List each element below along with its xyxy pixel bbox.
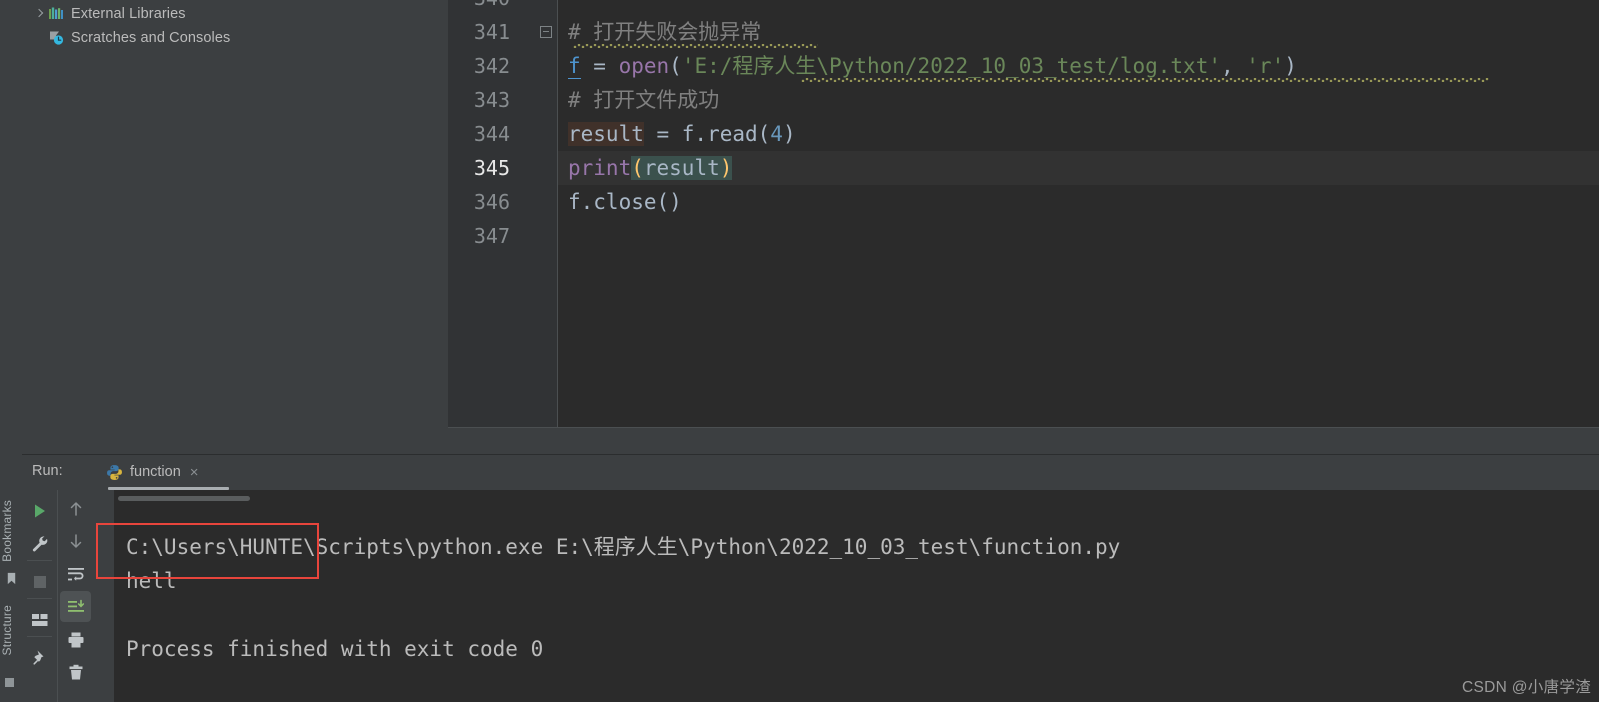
bookmarks-tool-button[interactable]: Bookmarks (0, 500, 22, 562)
chevron-right-icon[interactable] (32, 7, 46, 21)
line-number: 346 (473, 190, 510, 214)
scratches-icon (50, 31, 64, 45)
close-icon[interactable]: × (190, 465, 199, 480)
ide-window: Bookmarks Structure External Libraries S… (0, 0, 1599, 702)
libraries-icon (49, 7, 63, 19)
settings-button[interactable] (24, 528, 55, 559)
code-line-346[interactable]: f.close() (558, 185, 682, 219)
soft-wrap-icon (67, 567, 84, 581)
down-button[interactable] (60, 525, 91, 556)
code-token-string-mode: 'r' (1246, 54, 1285, 78)
tree-panel-bottom-filler (22, 427, 448, 453)
tree-item-external-libraries[interactable]: External Libraries (32, 3, 186, 25)
project-tree-panel: External Libraries Scratches and Console… (22, 0, 448, 455)
wrench-icon (32, 535, 47, 551)
python-icon (107, 464, 122, 480)
line-number: 343 (473, 88, 510, 112)
editor-bottom-strip (448, 427, 1599, 454)
run-tab-function[interactable]: function × (106, 459, 199, 485)
editor-text-area[interactable]: # 打开失败会抛异常 f = open('E:/程序人生\Python/2022… (558, 0, 1599, 427)
code-token-identifier: result (643, 156, 720, 180)
play-icon (34, 504, 45, 517)
code-token-string-path: 'E:/程序人生\Python/2022_10_03_test/log.txt' (681, 54, 1221, 78)
code-line-345[interactable]: print(result) (558, 151, 733, 185)
layout-icon (31, 613, 47, 626)
code-token-paren-close: ) (782, 122, 796, 146)
pin-button[interactable] (24, 642, 55, 673)
arrow-down-icon (70, 533, 81, 548)
toolbar-divider (27, 636, 52, 637)
code-token-identifier: result (568, 122, 644, 146)
inspection-squiggle (573, 44, 818, 48)
run-toolbar-left (22, 490, 57, 702)
code-editor[interactable]: 340 341 342 343 344 345 346 347 # 打开失败会抛… (448, 0, 1599, 427)
code-token-number: 4 (770, 122, 783, 146)
stop-button[interactable] (24, 566, 55, 597)
printer-icon (68, 632, 83, 647)
stop-icon (33, 575, 46, 588)
up-button[interactable] (60, 493, 91, 524)
tree-item-label: Scratches and Consoles (71, 30, 231, 46)
run-toolbar-right (57, 490, 93, 702)
code-token-call: = f.read( (643, 122, 771, 146)
code-token-builtin: print (568, 156, 632, 180)
line-number: 341 (473, 20, 510, 44)
code-token-comma: , (1220, 54, 1247, 78)
trash-icon (69, 664, 82, 679)
code-token-paren-close: ) (1284, 54, 1297, 78)
console-line-output: hell (126, 569, 177, 593)
line-number: 344 (473, 122, 510, 146)
line-number: 342 (473, 54, 510, 78)
code-token-builtin: open (618, 54, 670, 78)
soft-wrap-button[interactable] (60, 558, 91, 589)
run-label: Run: (32, 463, 63, 479)
code-token-comment: # 打开文件成功 (568, 88, 720, 112)
toolbar-divider (27, 598, 52, 599)
code-token-operator: = (580, 54, 619, 78)
print-button[interactable] (60, 624, 91, 655)
line-number-current: 345 (473, 156, 510, 180)
line-number: 347 (473, 224, 510, 248)
code-line-343[interactable]: # 打开文件成功 (558, 83, 719, 117)
toolbar-divider (27, 560, 52, 561)
code-token-paren-close: ) (719, 156, 733, 180)
console-line-command: C:\Users\HUNTE\Scripts\python.exe E:\程序人… (126, 535, 1121, 559)
scroll-to-end-icon (67, 599, 84, 612)
watermark-text: CSDN @小唐学渣 (1462, 679, 1591, 696)
editor-gutter[interactable]: 340 341 342 343 344 345 346 347 (448, 0, 557, 427)
tree-item-scratches-and-consoles[interactable]: Scratches and Consoles (48, 27, 230, 49)
run-tab-label: function (130, 464, 181, 480)
pin-icon (32, 650, 43, 665)
left-tool-strip: Bookmarks Structure (0, 0, 23, 702)
inspection-squiggle (801, 78, 1489, 82)
tree-item-label: External Libraries (71, 6, 186, 22)
code-line-344[interactable]: result = f.read(4) (558, 117, 796, 151)
structure-tool-button[interactable]: Structure (0, 605, 22, 656)
code-token-paren-open: ( (669, 54, 682, 78)
console-line-status: Process finished with exit code 0 (126, 637, 544, 661)
layout-button[interactable] (24, 604, 55, 635)
run-tool-window: Run: function × C:\Users\HUNTE\Scripts\p… (22, 454, 1599, 702)
run-button[interactable] (24, 495, 55, 526)
line-number: 340 (474, 0, 510, 15)
console-horizontal-scrollbar[interactable] (118, 496, 250, 501)
code-token-comment: # 打开失败会抛异常 (568, 20, 762, 44)
code-token-paren-open: ( (631, 156, 644, 180)
code-token-call: f.close() (568, 190, 682, 214)
scroll-to-end-button[interactable] (60, 591, 91, 622)
arrow-up-icon (70, 501, 81, 516)
clear-all-button[interactable] (60, 657, 91, 688)
bookmark-icon (7, 572, 16, 585)
run-console[interactable]: C:\Users\HUNTE\Scripts\python.exe E:\程序人… (114, 490, 1599, 702)
code-fold-marker[interactable] (540, 26, 552, 38)
structure-icon (5, 678, 14, 687)
run-window-header: Run: function × (22, 455, 1599, 490)
code-token-variable: f (568, 54, 581, 79)
